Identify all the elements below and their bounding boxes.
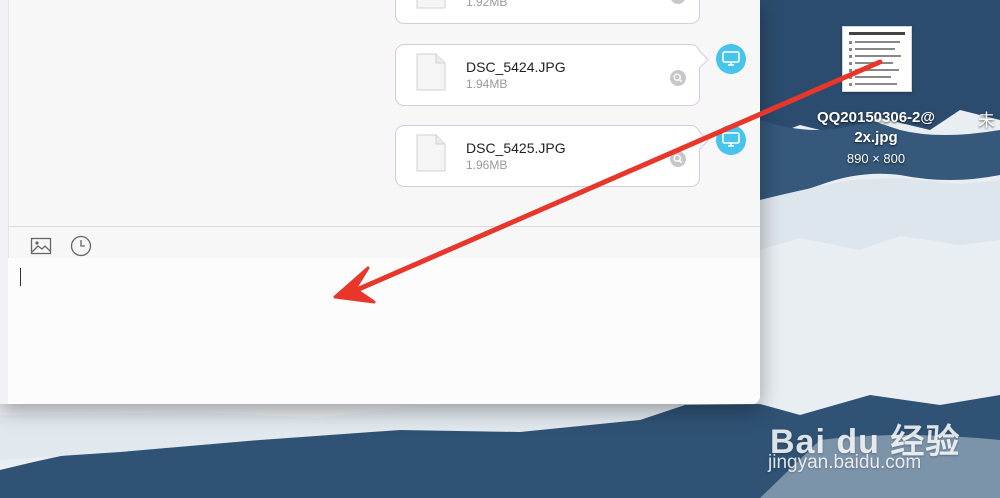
magnify-icon[interactable]	[669, 69, 687, 87]
clock-icon[interactable]	[70, 235, 92, 257]
file-name: DSC_5424.JPG	[466, 59, 566, 75]
image-icon[interactable]	[30, 235, 52, 257]
monitor-icon	[722, 132, 740, 147]
file-name: DSC_5425.JPG	[466, 140, 566, 156]
magnify-icon[interactable]	[669, 0, 687, 5]
file-icon	[416, 53, 446, 91]
sender-avatar[interactable]	[716, 44, 746, 74]
message-input[interactable]	[8, 258, 760, 404]
file-size: 1.94MB	[466, 77, 508, 91]
desktop-file-thumbnail[interactable]	[842, 26, 912, 92]
desktop-file-partial-label[interactable]: 未	[978, 106, 995, 131]
bubble-tail	[690, 131, 709, 150]
file-message-bubble[interactable]: DSC_5425.JPG 1.96MB	[395, 125, 709, 187]
bubble-tail	[690, 50, 709, 69]
sender-avatar[interactable]	[716, 125, 746, 155]
file-icon	[416, 0, 446, 9]
document-preview-icon	[849, 32, 905, 86]
file-size: 1.92MB	[466, 0, 508, 9]
composer-divider	[8, 226, 760, 227]
desktop-file-name[interactable]: QQ20150306-2@ 2x.jpg	[796, 108, 956, 148]
chat-window: 1.92MB DSC_5424.JPG 1.94MB DSC_5425.JPG …	[0, 0, 760, 404]
file-message-bubble[interactable]: DSC_5424.JPG 1.94MB	[395, 44, 709, 106]
file-size: 1.96MB	[466, 158, 508, 172]
magnify-icon[interactable]	[669, 150, 687, 168]
desktop-file-dimensions: 890 × 800	[846, 151, 906, 166]
file-message-bubble[interactable]: 1.92MB	[395, 0, 700, 24]
monitor-icon	[722, 51, 740, 66]
watermark-url: jingyan.baidu.com	[768, 452, 922, 473]
text-caret	[20, 268, 21, 286]
message-history: 1.92MB DSC_5424.JPG 1.94MB DSC_5425.JPG …	[0, 0, 760, 404]
file-icon	[416, 134, 446, 172]
